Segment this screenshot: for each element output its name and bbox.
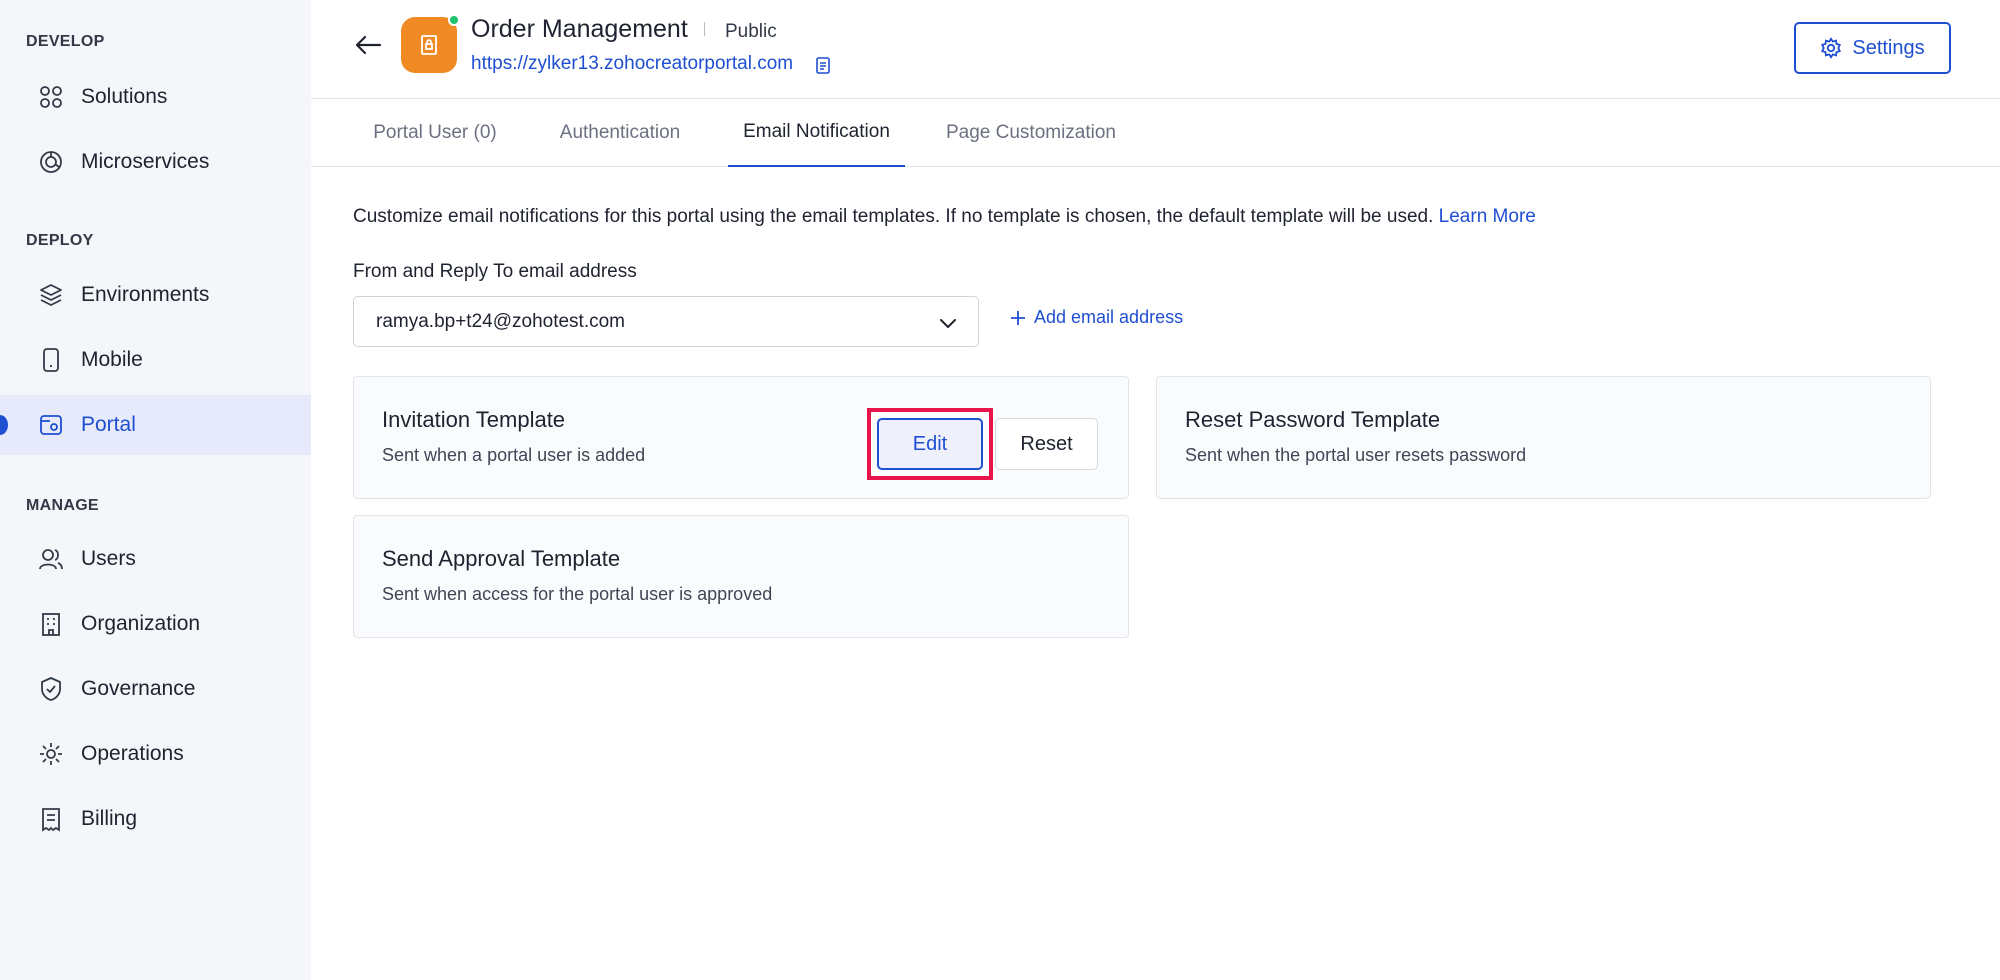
- from-email-select[interactable]: ramya.bp+t24@zohotest.com: [353, 296, 979, 347]
- users-icon: [39, 549, 63, 570]
- sidebar-item-label: Microservices: [81, 150, 210, 173]
- sidebar-item-governance[interactable]: Governance: [0, 659, 311, 719]
- sidebar-item-label: Billing: [81, 807, 138, 830]
- sidebar-item-label: Organization: [81, 612, 201, 635]
- sidebar-item-label: Users: [81, 547, 136, 570]
- card-subtitle: Sent when the portal user resets passwor…: [1185, 445, 1527, 465]
- section-title-develop: DEVELOP: [26, 33, 105, 50]
- copy-icon[interactable]: [815, 56, 831, 74]
- plus-icon: [1011, 310, 1025, 325]
- from-email-label: From and Reply To email address: [353, 261, 637, 282]
- microservices-icon: [40, 151, 62, 173]
- settings-button[interactable]: Settings: [1794, 22, 1951, 74]
- sidebar-item-label: Solutions: [81, 85, 168, 108]
- lock-icon: [421, 35, 437, 55]
- description-text: Customize email notifications for this p…: [353, 206, 1536, 228]
- gear-icon: [40, 743, 62, 765]
- edit-button[interactable]: Edit: [877, 418, 983, 470]
- header: Order Management Public https://zylker13…: [311, 0, 2000, 99]
- add-email-label: Add email address: [1034, 307, 1184, 327]
- from-email-value: ramya.bp+t24@zohotest.com: [376, 311, 625, 332]
- card-title: Reset Password Template: [1185, 407, 1441, 432]
- building-icon: [42, 613, 60, 636]
- sidebar-item-portal[interactable]: Portal: [0, 395, 311, 455]
- reset-password-template-card[interactable]: Reset Password Template Sent when the po…: [1156, 376, 1931, 499]
- app-icon: [401, 14, 460, 73]
- sidebar-item-mobile[interactable]: Mobile: [0, 330, 311, 390]
- title-divider: [704, 22, 705, 36]
- sidebar-item-organization[interactable]: Organization: [0, 594, 311, 654]
- card-subtitle: Sent when access for the portal user is …: [382, 584, 773, 604]
- sidebar-item-users[interactable]: Users: [0, 529, 311, 589]
- active-indicator: [0, 415, 8, 435]
- sidebar: DEVELOP Solutions Microservices DEPLOY E…: [0, 0, 311, 980]
- tab-email-notification[interactable]: Email Notification: [728, 99, 905, 167]
- sidebar-item-label: Portal: [81, 413, 136, 436]
- description-body: Customize email notifications for this p…: [353, 206, 1434, 227]
- section-title-deploy: DEPLOY: [26, 232, 94, 249]
- sidebar-item-label: Operations: [81, 742, 184, 765]
- sidebar-item-label: Governance: [81, 677, 196, 700]
- learn-more-link[interactable]: Learn More: [1439, 206, 1536, 227]
- grid-icon: [40, 86, 62, 108]
- online-status-dot: [448, 14, 460, 26]
- back-arrow-icon[interactable]: [353, 30, 383, 60]
- section-title-manage: MANAGE: [26, 497, 99, 514]
- gear-icon: [1821, 37, 1842, 59]
- sidebar-item-label: Mobile: [81, 348, 143, 371]
- sidebar-item-operations[interactable]: Operations: [0, 724, 311, 784]
- tab-portal-user[interactable]: Portal User (0): [367, 99, 503, 167]
- tab-bar: Portal User (0) Authentication Email Not…: [311, 99, 2000, 167]
- page-title: Order Management: [471, 15, 688, 43]
- add-email-button[interactable]: Add email address: [1010, 307, 1183, 328]
- sidebar-item-environments[interactable]: Environments: [0, 265, 311, 325]
- portal-icon: [40, 415, 62, 435]
- sidebar-item-microservices[interactable]: Microservices: [0, 132, 311, 192]
- shield-icon: [41, 677, 61, 701]
- receipt-icon: [42, 808, 60, 832]
- card-title: Send Approval Template: [382, 546, 621, 571]
- sidebar-item-solutions[interactable]: Solutions: [0, 67, 311, 127]
- settings-label: Settings: [1852, 36, 1925, 59]
- send-approval-template-card[interactable]: Send Approval Template Sent when access …: [353, 515, 1129, 638]
- tab-authentication[interactable]: Authentication: [555, 99, 685, 167]
- card-title: Invitation Template: [382, 407, 566, 432]
- tab-page-customization[interactable]: Page Customization: [945, 99, 1117, 167]
- card-subtitle: Sent when a portal user is added: [382, 445, 646, 465]
- mobile-icon: [43, 348, 59, 372]
- reset-button[interactable]: Reset: [995, 418, 1098, 470]
- layers-icon: [40, 284, 62, 306]
- sidebar-item-label: Environments: [81, 283, 210, 306]
- chevron-down-icon: [940, 319, 956, 328]
- sidebar-item-billing[interactable]: Billing: [0, 789, 311, 849]
- visibility-label: Public: [725, 21, 777, 42]
- portal-url-link[interactable]: https://zylker13.zohocreatorportal.com: [471, 53, 793, 75]
